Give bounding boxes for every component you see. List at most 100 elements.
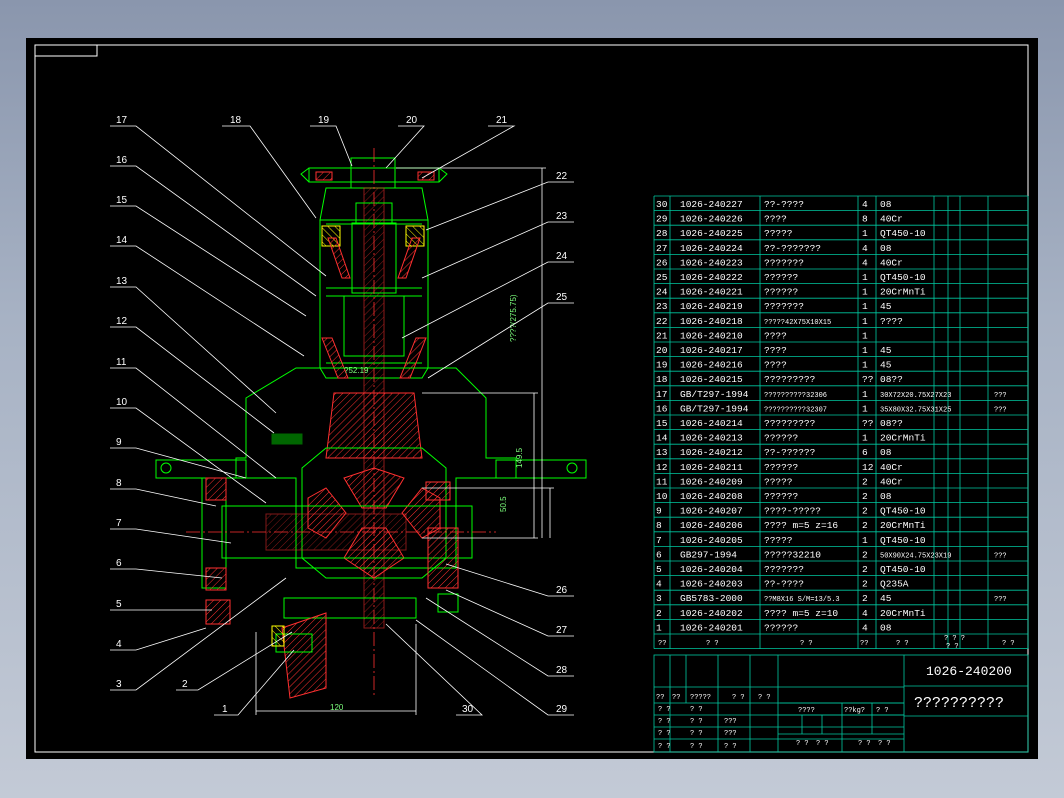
corner-box: [34, 44, 98, 57]
bom-material: 40Cr: [880, 214, 903, 225]
bom-no: 27: [656, 243, 667, 254]
leader-label-15: 15: [116, 195, 128, 206]
bom-code: 1026-240201: [680, 622, 743, 633]
leader-label-26: 26: [556, 585, 568, 596]
bom-no: 17: [656, 389, 667, 400]
bom-name: ??????????32306: [764, 392, 827, 400]
bom-code: 1026-240207: [680, 506, 743, 517]
bom-material: 45: [880, 360, 892, 371]
leader-label-13: 13: [116, 276, 128, 287]
cad-drawing: 120 50.5 149.5 ?52.19 ????(275.75) 17 16…: [34, 44, 1029, 753]
dim-149-5: 149.5: [515, 447, 524, 468]
tb-stage: ????: [798, 707, 815, 715]
bom-no: 2: [656, 608, 662, 619]
bom-name: ??????: [764, 622, 798, 633]
bom-name: ??-????: [764, 199, 804, 210]
tb-sheet1: ? ?: [796, 740, 809, 748]
bom-header-qty: ??: [860, 640, 868, 648]
bom-material: 08: [880, 199, 892, 210]
bom-header-material: ? ?: [896, 640, 909, 648]
tb-sheet4: ? ?: [878, 740, 891, 748]
bom-note: ???: [994, 596, 1007, 604]
bom-material: 40Cr: [880, 476, 903, 487]
bom-code: 1026-240225: [680, 228, 743, 239]
bom-code: 1026-240205: [680, 535, 743, 546]
bom-header-note: ? ?: [1002, 640, 1015, 648]
bom-qty: 1: [862, 272, 868, 283]
bom-name: ???? m=5 z=16: [764, 520, 838, 531]
leader-label-14: 14: [116, 235, 128, 246]
bom-name: ????: [764, 214, 787, 225]
bom-material: 08??: [880, 374, 903, 385]
bom-no: 9: [656, 506, 662, 517]
tb-r5-c1: ? ?: [658, 743, 671, 751]
leader-label-22: 22: [556, 171, 568, 182]
bom-qty: 4: [862, 257, 868, 268]
leader-label-27: 27: [556, 625, 568, 636]
bom-qty: 12: [862, 462, 874, 473]
bom-no: 19: [656, 360, 668, 371]
tb-r5-c3: ? ?: [724, 743, 737, 751]
title-block-text: 1026-240200 ?????????? ?? ?? ????? ? ? ?…: [656, 664, 1012, 751]
bom-material: 20CrMnTi: [880, 433, 926, 444]
bom-code: 1026-240216: [680, 360, 743, 371]
bom-code: 1026-240209: [680, 476, 743, 487]
bom-code: 1026-240210: [680, 330, 743, 341]
bom-material: Q235A: [880, 579, 909, 590]
bom-note: ???: [994, 552, 1007, 560]
tb-r3-c2: ? ?: [690, 718, 703, 726]
bom-material: QT450-10: [880, 564, 926, 575]
bom-material: 30X72X20.75X27X23: [880, 392, 951, 400]
bom-no: 21: [656, 330, 668, 341]
bom-header-code: ? ?: [706, 640, 719, 648]
leader-label-3: 3: [116, 679, 122, 690]
bom-no: 8: [656, 520, 662, 531]
bom-code: 1026-240214: [680, 418, 743, 429]
bom-name: ?????????: [764, 374, 815, 385]
bom-code: 1026-240217: [680, 345, 743, 356]
bom-no: 22: [656, 316, 668, 327]
bom-code: 1026-240222: [680, 272, 743, 283]
bom-code: 1026-240224: [680, 243, 743, 254]
bom-qty: 1: [862, 316, 868, 327]
bom-no: 1: [656, 622, 662, 633]
bom-code: 1026-240211: [680, 462, 743, 473]
dim-50-5: 50.5: [499, 496, 508, 512]
bom-material: 45: [880, 345, 892, 356]
leader-label-20: 20: [406, 115, 418, 126]
bom-qty: 6: [862, 447, 868, 458]
leader-label-18: 18: [230, 115, 242, 126]
leader-label-11: 11: [116, 357, 127, 368]
bom-note: ???: [994, 392, 1007, 400]
tb-r3-c1: ? ?: [658, 718, 671, 726]
bom-qty: 4: [862, 243, 868, 254]
bom-name: ??????: [764, 491, 798, 502]
dim-120: 120: [330, 703, 344, 712]
leader-label-10: 10: [116, 397, 128, 408]
bom-material: 45: [880, 593, 892, 604]
bom-table: 30 1026-240227 ??-???? 4 0829 1026-240226????…: [653, 195, 1029, 651]
bom-code: 1026-240203: [680, 579, 743, 590]
leader-label-23: 23: [556, 211, 568, 222]
bom-code: 1026-240213: [680, 433, 743, 444]
bom-no: 20: [656, 345, 668, 356]
bom-no: 28: [656, 228, 668, 239]
bom-qty: 4: [862, 622, 868, 633]
bom-name: ???? m=5 z=10: [764, 608, 838, 619]
bom-material: 35X80X32.75X31X25: [880, 406, 951, 414]
bom-code: 1026-240204: [680, 564, 743, 575]
bom-name: ??????????32307: [764, 406, 827, 414]
bom-header-extra-1: ? ? ?: [944, 635, 965, 643]
tb-weight: ??kg?: [844, 707, 865, 715]
leader-label-7: 7: [116, 518, 122, 529]
bom-name: ??????: [764, 433, 798, 444]
leader-label-16: 16: [116, 155, 128, 166]
bom-name: ????-?????: [764, 506, 821, 517]
bom-header-name: ? ?: [800, 640, 813, 648]
bom-code: GB/T297-1994: [680, 403, 749, 414]
bom-material: 08: [880, 447, 892, 458]
bom-header-no: ??: [658, 640, 666, 648]
leader-label-28: 28: [556, 665, 568, 676]
tb-scale: ? ?: [876, 707, 889, 715]
bom-name: ??????: [764, 272, 798, 283]
